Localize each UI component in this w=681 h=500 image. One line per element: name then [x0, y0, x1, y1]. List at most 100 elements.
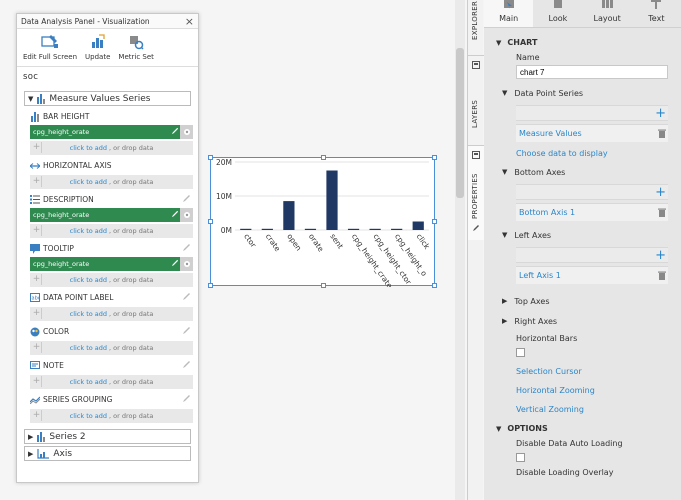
resize-handle-bottom-right[interactable] [432, 283, 437, 288]
field-chip[interactable]: cpg_height_orate [30, 208, 193, 222]
drop-zone[interactable]: + click to add, or drop data [30, 375, 193, 389]
drop-zone[interactable]: + click to add, or drop data [30, 141, 193, 155]
update-button[interactable]: Update [85, 33, 110, 66]
section-series-grouping: SERIES GROUPING + click to add, or drop da… [30, 392, 193, 423]
pencil-icon[interactable] [182, 194, 191, 205]
section-title: HORIZONTAL AXIS [43, 161, 112, 170]
drop-zone[interactable]: + click to add, or drop data [30, 409, 193, 423]
click-to-add-link[interactable]: click to add [70, 178, 107, 186]
tab-text[interactable]: Text [632, 0, 681, 27]
plus-icon[interactable]: + [32, 342, 42, 353]
resize-handle-top[interactable] [321, 155, 326, 160]
side-tabs: EXPLORER LAYERS PROPERTIES [467, 0, 484, 500]
drop-zone[interactable]: + click to add, or drop data [30, 175, 193, 189]
measure-values-label: Measure Values [519, 129, 582, 138]
series-icon [37, 93, 46, 104]
plus-icon[interactable]: + [32, 142, 42, 153]
resize-handle-left[interactable] [208, 219, 213, 224]
group-series-2[interactable]: ▶ Series 2 [24, 429, 191, 444]
plus-icon[interactable]: + [32, 308, 42, 319]
tab-properties[interactable]: PROPERTIES [468, 145, 484, 240]
data-point-series-header[interactable]: ▼ Data Point Series [502, 87, 681, 99]
field-chip[interactable]: cpg_height_orate [30, 257, 193, 271]
section-title: NOTE [43, 361, 64, 370]
plus-icon[interactable]: + [32, 274, 42, 285]
click-to-add-link[interactable]: click to add [70, 378, 107, 386]
right-axes-header[interactable]: ▶ Right Axes [502, 315, 681, 327]
click-to-add-link[interactable]: click to add [70, 144, 107, 152]
resize-handle-bottom-left[interactable] [208, 283, 213, 288]
trash-icon[interactable] [658, 271, 666, 280]
pencil-icon[interactable] [182, 326, 191, 337]
top-axes-header[interactable]: ▶ Top Axes [502, 295, 681, 307]
section-title: DATA POINT LABEL [43, 293, 114, 302]
metric-set-button[interactable]: Metric Set [118, 33, 154, 66]
resize-handle-top-right[interactable] [432, 155, 437, 160]
add-left-axis-plus-icon[interactable]: + [655, 248, 666, 263]
tab-layout[interactable]: Layout [583, 0, 632, 27]
click-to-add-link[interactable]: click to add [70, 310, 107, 318]
bottom-axes-header[interactable]: ▼ Bottom Axes [502, 166, 681, 178]
click-to-add-link[interactable]: click to add [70, 227, 107, 235]
resize-handle-top-left[interactable] [208, 155, 213, 160]
add-bottom-axis-plus-icon[interactable]: + [655, 185, 666, 200]
section-title: TOOLTIP [43, 244, 74, 253]
options-section-header[interactable]: ▼ OPTIONS [496, 424, 681, 433]
drop-zone[interactable]: + click to add, or drop data [30, 273, 193, 287]
pencil-icon[interactable] [182, 394, 191, 405]
plus-icon[interactable]: + [32, 176, 42, 187]
vertical-zooming-link[interactable]: Vertical Zooming [516, 405, 681, 414]
chart-container[interactable]: 0M 10M 20M ctor crate open orate sent cpg_height… [208, 155, 437, 290]
section-data-point-label: abc DATA POINT LABEL + click to add, or dro… [30, 290, 193, 321]
click-to-add-link[interactable]: click to add [70, 344, 107, 352]
resize-handle-bottom[interactable] [321, 283, 326, 288]
plus-icon[interactable]: + [32, 410, 42, 421]
gear-icon[interactable] [180, 257, 193, 271]
gear-icon[interactable] [180, 125, 193, 139]
gear-icon[interactable] [180, 208, 193, 222]
drop-zone[interactable]: + click to add, or drop data [30, 341, 193, 355]
plus-icon[interactable]: + [32, 225, 42, 236]
disable-auto-loading-checkbox[interactable] [516, 453, 525, 462]
left-axis-1-item[interactable]: Left Axis 1 [516, 266, 668, 284]
resize-handle-right[interactable] [432, 219, 437, 224]
measure-values-item[interactable]: Measure Values [516, 124, 668, 142]
pencil-icon[interactable] [171, 210, 179, 220]
pencil-icon[interactable] [171, 259, 179, 269]
close-icon[interactable]: × [185, 14, 194, 29]
drop-zone[interactable]: + click to add, or drop data [30, 224, 193, 238]
click-to-add-link[interactable]: click to add [70, 276, 107, 284]
pencil-icon[interactable] [182, 292, 191, 303]
selection-cursor-link[interactable]: Selection Cursor [516, 367, 681, 376]
tab-properties-label: PROPERTIES [471, 173, 479, 219]
horizontal-zooming-link[interactable]: Horizontal Zooming [516, 386, 681, 395]
pencil-icon[interactable] [182, 360, 191, 371]
trash-icon[interactable] [658, 129, 666, 138]
tab-explorer[interactable]: EXPLORER [468, 0, 484, 48]
horizontal-bars-label: Horizontal Bars [516, 334, 578, 343]
edit-full-screen-button[interactable]: Edit Full Screen [23, 33, 77, 66]
tab-main[interactable]: Main [484, 0, 534, 27]
group-axis[interactable]: ▶ Axis [24, 446, 191, 461]
field-chip-label: cpg_height_orate [33, 211, 90, 219]
left-axes-header[interactable]: ▼ Left Axes [502, 229, 681, 241]
choose-data-link[interactable]: Choose data to display [516, 149, 681, 158]
add-series-plus-icon[interactable]: + [655, 106, 666, 121]
disable-auto-loading-label: Disable Data Auto Loading [516, 439, 623, 448]
plus-icon[interactable]: + [32, 376, 42, 387]
horizontal-bars-checkbox[interactable] [516, 348, 525, 357]
trash-icon[interactable] [658, 208, 666, 217]
tab-layers[interactable]: LAYERS [468, 55, 484, 145]
chart-name-input[interactable] [516, 65, 668, 79]
tab-look[interactable]: Look [533, 0, 582, 27]
bottom-axis-1-item[interactable]: Bottom Axis 1 [516, 203, 668, 221]
canvas-scrollbar-thumb[interactable] [456, 48, 464, 198]
click-to-add-link[interactable]: click to add [70, 412, 107, 420]
group-measure-values-series[interactable]: ▼ Measure Values Series [24, 91, 191, 106]
chart-section-header[interactable]: ▼ CHART [496, 38, 681, 47]
pencil-icon[interactable] [171, 127, 179, 137]
pencil-icon[interactable] [182, 243, 191, 254]
drop-zone[interactable]: + click to add, or drop data [30, 307, 193, 321]
field-chip[interactable]: cpg_height_orate [30, 125, 193, 139]
group-series-2-label: Series 2 [49, 431, 86, 442]
